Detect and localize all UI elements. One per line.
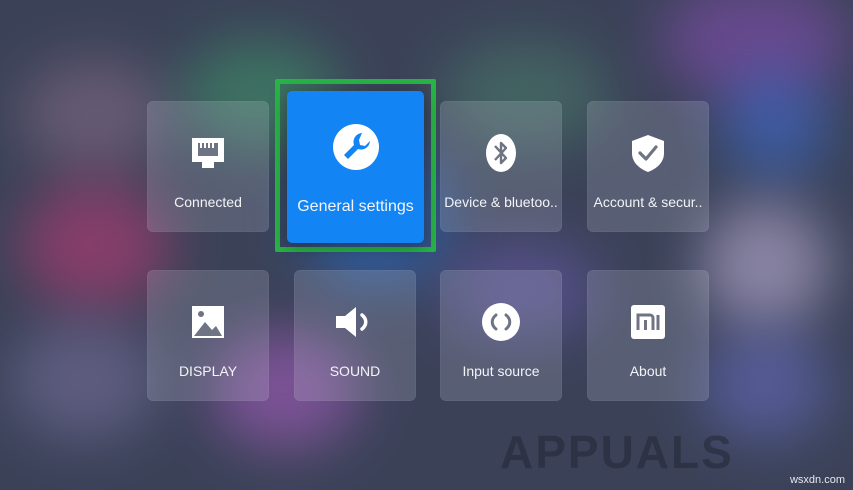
watermark-site: wsxdn.com: [789, 474, 845, 486]
mi-logo-icon: [587, 300, 709, 344]
input-source-icon: [440, 300, 562, 344]
tile-label: Input source: [462, 363, 540, 379]
tile-input-source[interactable]: Input source: [440, 270, 562, 401]
watermark-logo: APPUALS: [500, 426, 734, 478]
speaker-icon: [294, 300, 416, 344]
image-icon: [147, 300, 269, 344]
tile-label: About: [629, 363, 667, 379]
tile-device-bluetooth[interactable]: Device & bluetoo..: [440, 101, 562, 232]
tile-label: SOUND: [329, 363, 381, 379]
wrench-icon: [287, 124, 424, 170]
tile-general-settings[interactable]: General settings: [287, 91, 424, 243]
tile-account-security[interactable]: Account & secur..: [587, 101, 709, 232]
tile-label: General settings: [297, 198, 414, 215]
tile-label: Account & secur..: [593, 194, 703, 210]
tile-label: Device & bluetoo..: [444, 194, 558, 210]
tile-label: Connected: [174, 194, 242, 210]
tile-sound[interactable]: SOUND: [294, 270, 416, 401]
shield-check-icon: [587, 131, 709, 175]
tile-about[interactable]: About: [587, 270, 709, 401]
bluetooth-icon: [440, 131, 562, 175]
tile-connected[interactable]: Connected: [147, 101, 269, 232]
ethernet-icon: [147, 131, 269, 175]
tile-label: DISPLAY: [178, 363, 238, 379]
tile-display[interactable]: DISPLAY: [147, 270, 269, 401]
